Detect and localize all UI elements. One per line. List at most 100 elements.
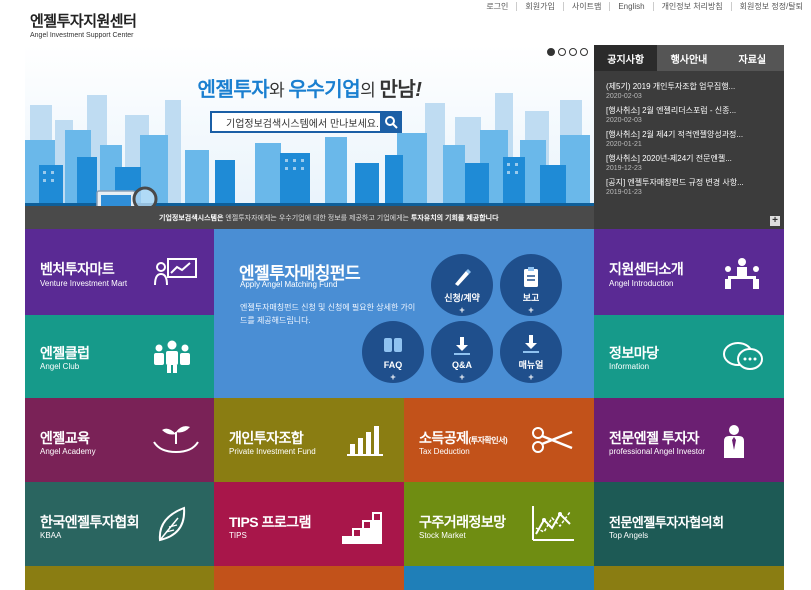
scissors-icon	[532, 427, 573, 453]
tile-angel-academy[interactable]: 엔젤교육 Angel Academy	[25, 398, 214, 482]
tile-tax-title-main: 소득공제	[419, 430, 469, 446]
tile-edu-subtitle: Angel Academy	[40, 447, 96, 456]
nav-privacy-link[interactable]: 개인정보 처리방침	[652, 1, 731, 11]
fund-qna-button[interactable]: Q&A +	[431, 321, 493, 383]
tile-row5-1[interactable]	[25, 566, 214, 590]
top-navigation: 로그인 회원가입 사이트맵 English 개인정보 처리방침 회원정보 정정/…	[478, 0, 811, 12]
hero-title-and: 와	[269, 81, 289, 100]
tile-tax-subtitle: Tax Deduction	[419, 447, 470, 456]
notice-item[interactable]: [행사취소] 2월 제4기 적격엔젤양성과정... 2020-01-21	[606, 129, 774, 149]
notice-title[interactable]: [공지] 엔젤투자매칭펀드 규정 변경 사항...	[606, 177, 774, 188]
notice-title[interactable]: [행사취소] 2020년-제24기 전문엔젤...	[606, 153, 774, 164]
businessman-icon	[724, 425, 744, 458]
plus-icon: +	[390, 372, 396, 382]
tab-resources[interactable]: 자료실	[721, 45, 784, 71]
tab-events[interactable]: 행사안내	[657, 45, 720, 71]
nav-english-link[interactable]: English	[609, 1, 652, 11]
slide-dot-4[interactable]	[580, 48, 588, 56]
notice-item[interactable]: (제5기) 2019 개인투자조합 업무집행... 2020-02-03	[606, 81, 774, 101]
search-placeholder[interactable]: 기업정보검색시스템에서 만나보세요.	[212, 115, 380, 130]
tile-kbaa-title: 한국엔젤투자협회	[40, 514, 140, 530]
tile-row5-3[interactable]	[404, 566, 594, 590]
nav-signup-link[interactable]: 회원가입	[516, 1, 562, 11]
notice-date: 2020-02-03	[606, 93, 642, 100]
site-logo[interactable]: 엔젤투자지원센터 Angel Investment Support Center	[30, 10, 137, 39]
tile-tips-subtitle: TIPS	[229, 531, 247, 540]
fund-manual-button[interactable]: 매뉴얼 +	[500, 321, 562, 383]
fund-manual-label: 매뉴얼	[518, 360, 544, 370]
search-button[interactable]	[380, 111, 402, 133]
tile-tax-deduction[interactable]: 소득공제(투자확인서) Tax Deduction	[404, 398, 594, 482]
hero-title-of: 의	[360, 81, 380, 100]
search-icon	[385, 116, 398, 129]
tile-top-angels[interactable]: 전문엔젤투자자협의회 Top Angels	[594, 482, 784, 566]
tile-info-subtitle: Information	[609, 362, 650, 371]
logo-korean: 엔젤투자지원센터	[30, 13, 137, 30]
tile-center-subtitle: Angel Introduction	[609, 279, 674, 288]
tile-stock-market[interactable]: 구주거래정보망 Stock Market	[404, 482, 594, 566]
tile-club-title: 엔젤클럽	[40, 345, 90, 361]
tile-kbaa[interactable]: 한국엔젤투자협회 KBAA	[25, 482, 214, 566]
slide-dot-2[interactable]	[558, 48, 566, 56]
plus-icon: +	[528, 305, 534, 315]
clipboard-icon	[524, 267, 538, 287]
notice-panel: 공지사항 행사안내 자료실 (제5기) 2019 개인투자조합 업무집행... …	[594, 45, 784, 229]
company-search-box[interactable]: 기업정보검색시스템에서 만나보세요.	[210, 111, 402, 133]
fund-faq-button[interactable]: FAQ +	[362, 321, 424, 383]
tile-information[interactable]: 정보마당 Information	[594, 315, 784, 398]
tile-venture-title: 벤처투자마트	[40, 261, 115, 277]
stairs-icon	[342, 512, 382, 544]
plus-icon: +	[459, 372, 465, 382]
slide-dot-3[interactable]	[569, 48, 577, 56]
fund-faq-label: FAQ	[383, 359, 403, 370]
tile-pro-investor[interactable]: 전문엔젤 투자자 professional Angel Investor	[594, 398, 784, 482]
tile-row5-2[interactable]	[214, 566, 404, 590]
slide-indicators	[547, 48, 588, 56]
tile-tips-program[interactable]: TIPS 프로그램 TIPS	[214, 482, 404, 566]
notice-item[interactable]: [행사취소] 2월 엔젤리더스포럼 - 신종... 2020-02-03	[606, 105, 774, 125]
tile-stock-title: 구주거래정보망	[419, 514, 506, 530]
notice-item[interactable]: [행사취소] 2020년-제24기 전문엔젤... 2019-12-23	[606, 153, 774, 173]
tab-notices[interactable]: 공지사항	[594, 45, 658, 71]
logo-english: Angel Investment Support Center	[30, 32, 134, 39]
speech-bubbles-icon	[723, 342, 763, 370]
notice-more-button[interactable]: +	[770, 216, 780, 226]
tile-edu-title: 엔젤교육	[40, 430, 90, 446]
meeting-table-icon	[725, 258, 759, 289]
quote-book-icon	[384, 337, 402, 352]
tile-angel-club[interactable]: 엔젤클럽 Angel Club	[25, 315, 214, 398]
hero-banner[interactable]: 엔젤투자와 우수기업의 만남! 기업정보검색시스템에서 만나보세요. 기업정보검…	[25, 45, 594, 229]
tile-private-fund[interactable]: 개인투자조합 Private Investment Fund	[214, 398, 404, 482]
plus-icon: +	[528, 372, 534, 382]
notice-item[interactable]: [공지] 엔젤투자매칭펀드 규정 변경 사항... 2019-01-23	[606, 177, 774, 197]
tile-venture-mart[interactable]: 벤처투자마트 Venture Investment Mart	[25, 229, 214, 315]
tile-top-title: 전문엔젤투자자협의회	[609, 515, 724, 530]
tile-center-intro[interactable]: 지원센터소개 Angel Introduction	[594, 229, 784, 315]
hero-title-company: 우수기업	[288, 79, 361, 101]
nav-sitemap-link[interactable]: 사이트맵	[562, 1, 609, 11]
slide-dot-1[interactable]	[547, 48, 555, 56]
tile-top-subtitle: Top Angels	[609, 531, 649, 540]
fund-report-label: 보고	[522, 293, 540, 303]
notice-title[interactable]: [행사취소] 2월 제4기 적격엔젤양성과정...	[606, 129, 774, 140]
tile-venture-subtitle: Venture Investment Mart	[40, 279, 128, 288]
tile-tax-title: 소득공제(투자확인서)	[419, 428, 508, 448]
hero-title-exclaim: !	[415, 79, 422, 101]
hero-caption-end: 투자유치의 기회를 제공합니다	[410, 215, 499, 222]
fund-report-button[interactable]: 보고 +	[500, 254, 562, 316]
tile-kbaa-subtitle: KBAA	[40, 531, 62, 540]
fund-subtitle: Apply Angel Matching Fund	[240, 280, 338, 289]
hero-caption: 기업정보검색시스템은 엔젤투자자에게는 우수기업에 대한 정보를 제공하고 기업…	[159, 213, 499, 223]
tile-club-subtitle: Angel Club	[40, 362, 80, 371]
nav-login-link[interactable]: 로그인	[478, 2, 516, 11]
notice-date: 2020-01-21	[606, 141, 642, 148]
hero-caption-bar: 기업정보검색시스템은 엔젤투자자에게는 우수기업에 대한 정보를 제공하고 기업…	[25, 206, 594, 229]
fund-apply-button[interactable]: 신청/계약 +	[431, 254, 493, 316]
tile-pro-title: 전문엔젤 투자자	[609, 430, 700, 446]
notice-title[interactable]: (제5기) 2019 개인투자조합 업무집행...	[606, 81, 774, 92]
notice-title[interactable]: [행사취소] 2월 엔젤리더스포럼 - 신종...	[606, 105, 774, 116]
tile-row5-4[interactable]	[594, 566, 784, 590]
nav-account-link[interactable]: 회원정보 정정/탈퇴	[730, 1, 811, 11]
matching-fund-panel[interactable]: 엔젤투자매칭펀드 Apply Angel Matching Fund 엔젤투자매…	[214, 229, 594, 398]
presentation-board-icon	[154, 258, 197, 286]
